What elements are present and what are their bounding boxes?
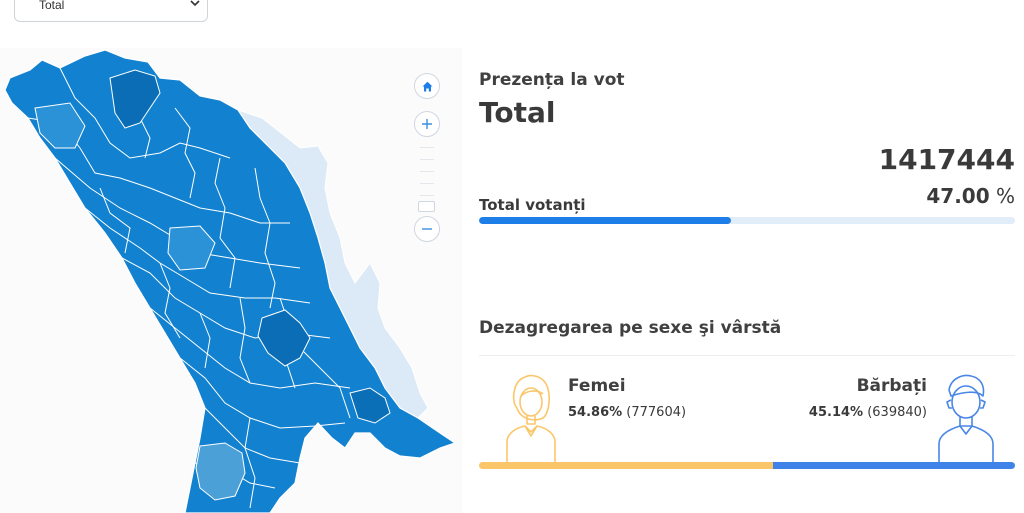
female-label: Femei [568,376,626,396]
region-select[interactable]: Total [14,0,208,22]
male-label: Bărbați [856,376,927,396]
turnout-progress-track [479,217,1015,224]
zoom-tick [420,147,434,148]
turnout-panel: Prezența la vot Total 1417444 47.00 % To… [479,0,1015,513]
male-stat: 45.14% (639840) [809,405,927,420]
gender-section-label: Dezagregarea pe sexe şi vârstă [479,318,782,338]
turnout-section-label: Prezența la vot [479,70,625,90]
zoom-tick [420,183,434,184]
turnout-percent-value: 47.00 [926,184,990,208]
region-select-value: Total [39,0,65,12]
minus-icon [422,228,432,230]
female-count: (777604) [626,405,687,420]
zoom-slider-handle[interactable] [418,201,435,212]
female-percent: 54.86% [568,405,623,420]
male-percent: 45.14% [808,405,864,420]
female-stat: 54.86% (777604) [568,405,686,420]
male-icon [938,374,994,462]
turnout-percent: 47.00 % [926,184,1015,208]
gender-bar-female [479,462,774,469]
zoom-tick [420,171,434,172]
map-zoom-out-button[interactable] [414,216,440,242]
moldova-map[interactable] [0,48,462,513]
zoom-tick [420,159,434,160]
male-count: (639840) [867,405,927,420]
home-icon [422,81,432,91]
turnout-percent-sign: % [995,184,1015,208]
section-divider [479,355,1015,356]
turnout-progress-fill [479,217,731,224]
zoom-tick [420,195,434,196]
plus-icon [422,119,432,129]
female-icon [506,374,556,462]
chevron-down-icon [190,0,200,7]
total-voters-label: Total votanți [479,196,586,214]
map-home-button[interactable] [414,73,440,99]
map-zoom-in-button[interactable] [414,111,440,137]
gender-split-bar [479,462,1015,469]
gender-bar-male [773,462,1015,469]
turnout-map[interactable] [0,48,462,513]
voters-count: 1417444 [878,143,1015,176]
region-title: Total [479,96,556,129]
